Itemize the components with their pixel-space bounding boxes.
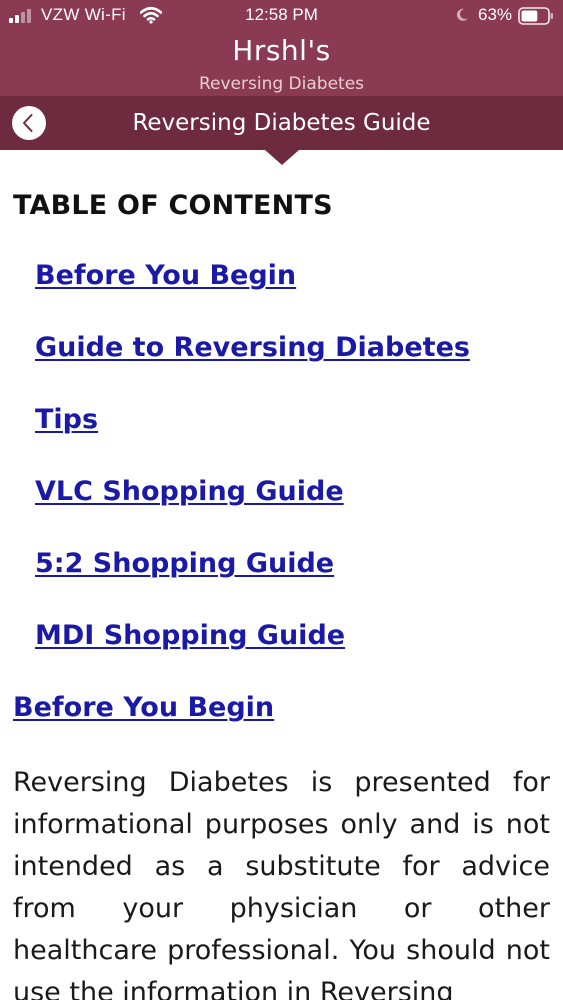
toc-link-52-shopping[interactable]: 5:2 Shopping Guide (35, 548, 334, 579)
toc-heading: TABLE OF CONTENTS (13, 190, 333, 221)
status-bar: VZW Wi-Fi 12:58 PM 63% (0, 0, 563, 32)
nav-pointer (265, 150, 299, 165)
section-body-text: Reversing Diabetes is presented for info… (13, 767, 550, 1000)
app-header: VZW Wi-Fi 12:58 PM 63% Hrshl's Reversing… (0, 0, 563, 96)
battery-icon (518, 7, 553, 25)
battery-percent: 63% (478, 5, 513, 24)
section-title-link[interactable]: Before You Begin (13, 692, 274, 723)
toc-link-mdi-shopping[interactable]: MDI Shopping Guide (35, 620, 345, 651)
nav-title: Reversing Diabetes Guide (132, 110, 431, 136)
toc-link-guide[interactable]: Guide to Reversing Diabetes (35, 332, 470, 363)
chevron-left-icon (23, 114, 33, 132)
app-subtitle: Reversing Diabetes (198, 74, 365, 94)
app-screen: VZW Wi-Fi 12:58 PM 63% Hrshl's Reversing… (0, 0, 563, 1000)
back-button[interactable] (12, 106, 46, 140)
moon-icon (456, 8, 468, 21)
toc-link-vlc-shopping[interactable]: VLC Shopping Guide (35, 476, 344, 507)
toc-link-before-you-begin[interactable]: Before You Begin (35, 260, 296, 291)
toc-link-tips[interactable]: Tips (35, 404, 98, 435)
app-title: Hrshl's (232, 34, 331, 67)
nav-bar: Reversing Diabetes Guide (0, 96, 563, 150)
